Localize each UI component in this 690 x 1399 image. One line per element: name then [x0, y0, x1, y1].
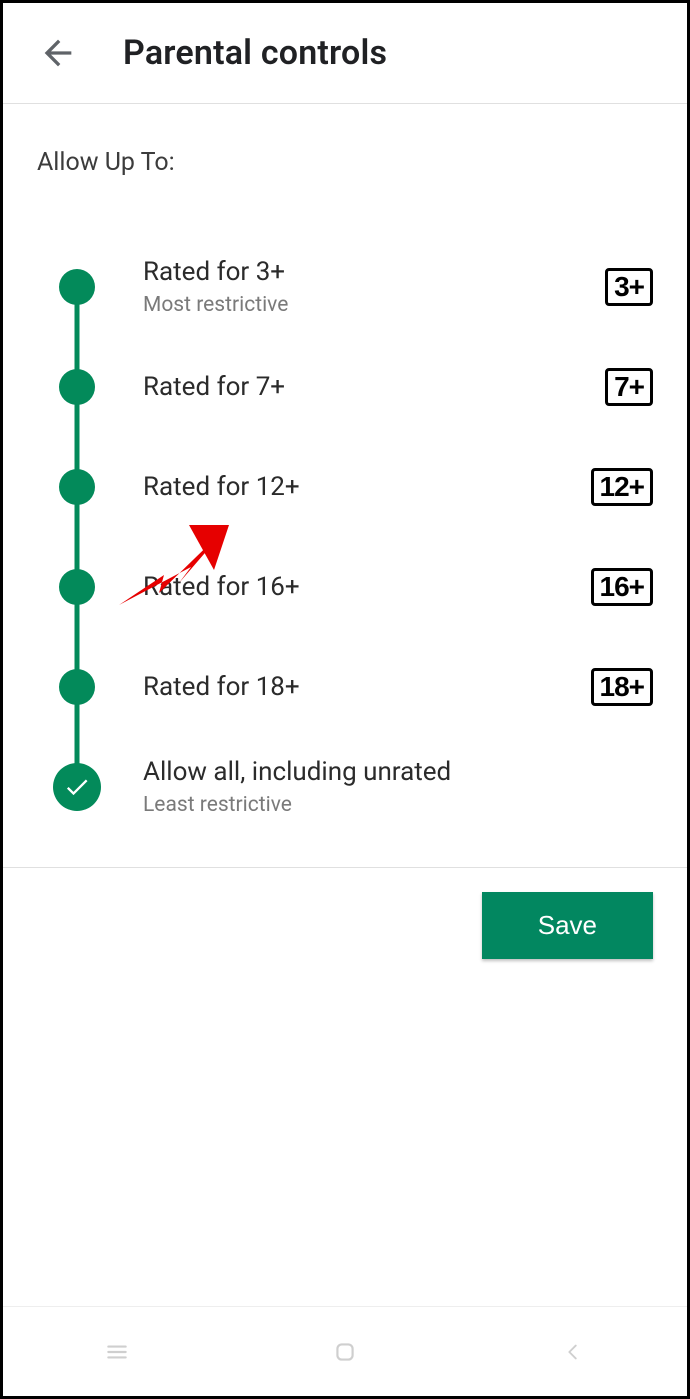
- rating-sublabel: Most restrictive: [143, 293, 573, 317]
- back-button[interactable]: [23, 18, 93, 88]
- radio-dot[interactable]: [59, 269, 95, 305]
- radio-dot[interactable]: [59, 469, 95, 505]
- rating-ladder: Rated for 3+ Most restrictive 3+ Rated f…: [47, 237, 653, 837]
- rating-label: Allow all, including unrated: [143, 757, 573, 787]
- section-label: Allow Up To:: [37, 148, 653, 177]
- rating-label: Rated for 18+: [143, 672, 573, 702]
- header: Parental controls: [3, 3, 687, 103]
- radio-dot[interactable]: [59, 569, 95, 605]
- system-nav-bar: [3, 1306, 687, 1396]
- radio-dot[interactable]: [59, 669, 95, 705]
- rating-label: Rated for 3+: [143, 257, 573, 287]
- nav-recent-button[interactable]: [100, 1335, 134, 1369]
- save-area: Save: [3, 867, 687, 983]
- rating-option-allow-all[interactable]: Allow all, including unrated Least restr…: [47, 737, 653, 837]
- rating-sublabel: Least restrictive: [143, 793, 573, 817]
- rating-label: Rated for 7+: [143, 372, 573, 402]
- page-title: Parental controls: [123, 33, 387, 73]
- radio-dot-selected[interactable]: [53, 763, 101, 811]
- nav-back-button[interactable]: [556, 1335, 590, 1369]
- save-button[interactable]: Save: [482, 892, 653, 959]
- rating-option-3plus[interactable]: Rated for 3+ Most restrictive 3+: [47, 237, 653, 337]
- rating-option-16plus[interactable]: Rated for 16+ 16+: [47, 537, 653, 637]
- rating-badge-12plus: 12+: [591, 468, 654, 506]
- rating-option-12plus[interactable]: Rated for 12+ 12+: [47, 437, 653, 537]
- rating-badge-7plus: 7+: [605, 368, 653, 406]
- rating-badge-16plus: 16+: [591, 568, 654, 606]
- rating-option-7plus[interactable]: Rated for 7+ 7+: [47, 337, 653, 437]
- rating-label: Rated for 12+: [143, 472, 573, 502]
- rating-option-18plus[interactable]: Rated for 18+ 18+: [47, 637, 653, 737]
- content-area: Allow Up To: Rated for 3+ Most restricti…: [3, 104, 687, 837]
- nav-home-button[interactable]: [328, 1335, 362, 1369]
- rating-badge-18plus: 18+: [591, 668, 654, 706]
- arrow-left-icon: [38, 33, 78, 73]
- rating-badge-3plus: 3+: [605, 268, 653, 306]
- radio-dot[interactable]: [59, 369, 95, 405]
- rating-label: Rated for 16+: [143, 572, 573, 602]
- check-icon: [63, 773, 91, 801]
